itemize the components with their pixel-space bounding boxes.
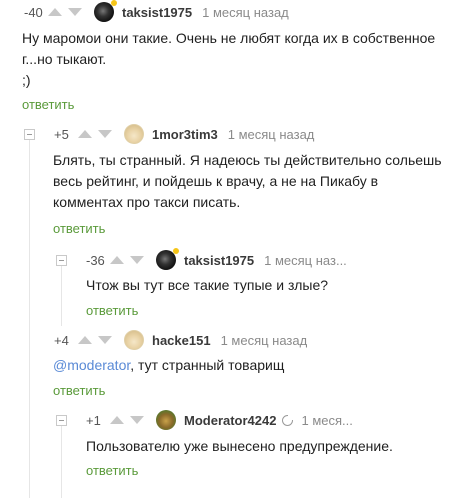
- reply-link[interactable]: ответить: [86, 463, 138, 478]
- collapse-icon[interactable]: [56, 255, 67, 266]
- comment-header: -40 taksist1975 1 месяц назад: [24, 0, 289, 22]
- comment-line: Ну маромои они такие. Очень не любят ког…: [22, 30, 436, 46]
- timestamp[interactable]: 1 месяц назад: [221, 333, 308, 348]
- avatar[interactable]: [124, 124, 144, 144]
- upvote-arrow-icon[interactable]: [110, 256, 124, 264]
- thread-line-level-2b: [61, 425, 62, 498]
- username[interactable]: hacke151: [152, 333, 211, 348]
- comment-line: Пользователю уже вынесено предупреждение…: [86, 438, 393, 454]
- comment-line: комментах про такси писать.: [53, 194, 241, 210]
- rating-value: -40: [24, 4, 43, 20]
- reply-link[interactable]: ответить: [53, 383, 105, 398]
- downvote-arrow-icon[interactable]: [130, 256, 144, 264]
- comment-line: @moderator, тут странный товарищ: [53, 355, 458, 376]
- rating-value: +5: [54, 126, 69, 142]
- moderator-badge-icon: [282, 414, 294, 426]
- timestamp[interactable]: 1 месяц наз...: [264, 253, 347, 268]
- comment-line: весь рейтинг, и пойдешь к врачу, а не на…: [53, 173, 379, 189]
- upvote-arrow-icon[interactable]: [78, 336, 92, 344]
- comment-line: г...но тыкают.: [22, 51, 107, 67]
- thread-line-level-2: [61, 266, 62, 326]
- timestamp[interactable]: 1 меся...: [301, 413, 352, 428]
- downvote-arrow-icon[interactable]: [130, 416, 144, 424]
- reply-link[interactable]: ответить: [22, 97, 74, 112]
- avatar[interactable]: [94, 0, 117, 22]
- username[interactable]: taksist1975: [122, 5, 192, 20]
- upvote-arrow-icon[interactable]: [48, 8, 62, 16]
- rating-value: +4: [54, 332, 69, 348]
- upvote-arrow-icon[interactable]: [78, 130, 92, 138]
- comment-header: +1 Moderator4242 1 меся...: [86, 410, 353, 430]
- username[interactable]: 1mor3tim3: [152, 127, 218, 142]
- collapse-icon[interactable]: [24, 129, 35, 140]
- rating-value: -36: [86, 252, 105, 268]
- thread-line-level-1: [29, 140, 30, 498]
- timestamp[interactable]: 1 месяц назад: [202, 5, 289, 20]
- reply-link[interactable]: ответить: [86, 303, 138, 318]
- avatar[interactable]: [156, 248, 179, 270]
- user-mention-link[interactable]: @moderator: [53, 357, 130, 373]
- comment-line-text: , тут странный товарищ: [130, 357, 285, 373]
- comment-line: Чтож вы тут все такие тупые и злые?: [86, 277, 329, 293]
- username[interactable]: taksist1975: [184, 253, 254, 268]
- comment-text: Блять, ты странный. Я надеюсь ты действи…: [53, 150, 458, 213]
- rating-value: +1: [86, 412, 101, 428]
- downvote-arrow-icon[interactable]: [68, 8, 82, 16]
- comment-text: @moderator, тут странный товарищ: [53, 355, 458, 376]
- online-indicator-icon: [111, 0, 117, 6]
- reply-link[interactable]: ответить: [53, 221, 105, 236]
- comment-text: Пользователю уже вынесено предупреждение…: [86, 436, 456, 457]
- avatar[interactable]: [124, 330, 144, 350]
- upvote-arrow-icon[interactable]: [110, 416, 124, 424]
- downvote-arrow-icon[interactable]: [98, 130, 112, 138]
- comment-header: +5 1mor3tim3 1 месяц назад: [54, 124, 314, 144]
- comment-header: -36 taksist1975 1 месяц наз...: [86, 248, 347, 270]
- avatar[interactable]: [156, 410, 176, 430]
- online-indicator-icon: [173, 248, 179, 254]
- comment-header: +4 hacke151 1 месяц назад: [54, 330, 307, 350]
- downvote-arrow-icon[interactable]: [98, 336, 112, 344]
- username[interactable]: Moderator4242: [184, 413, 276, 428]
- timestamp[interactable]: 1 месяц назад: [228, 127, 315, 142]
- comment-line: Блять, ты странный. Я надеюсь ты действи…: [53, 152, 442, 168]
- comment-line: ;): [22, 72, 31, 88]
- comment-text: Ну маромои они такие. Очень не любят ког…: [22, 28, 458, 91]
- collapse-icon[interactable]: [56, 415, 67, 426]
- comment-text: Чтож вы тут все такие тупые и злые?: [86, 275, 456, 296]
